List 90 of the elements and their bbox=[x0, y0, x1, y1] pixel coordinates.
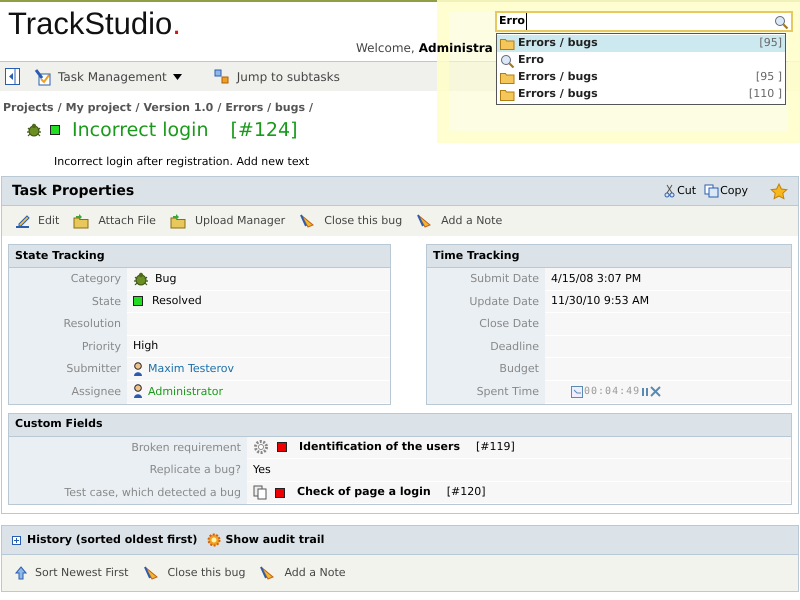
field-value: High bbox=[133, 338, 158, 354]
field-label: Spent Time bbox=[427, 380, 545, 404]
state-square bbox=[50, 124, 60, 134]
state-square bbox=[275, 488, 285, 498]
subtasks-icon bbox=[214, 69, 229, 84]
field-label: Close Date bbox=[427, 313, 545, 336]
welcome-text: Welcome, bbox=[356, 40, 415, 57]
field-label: State bbox=[9, 290, 127, 314]
folder-icon bbox=[500, 88, 515, 100]
panel-title: History (sorted oldest first) bbox=[27, 532, 198, 548]
logo: TrackStudio. bbox=[8, 5, 181, 43]
collapse-panel-icon[interactable] bbox=[5, 68, 20, 85]
breadcrumb-link[interactable]: Projects bbox=[3, 100, 54, 116]
action-button[interactable]: Add a Note bbox=[416, 212, 502, 230]
search-icon bbox=[500, 54, 515, 68]
folder-icon bbox=[170, 213, 187, 229]
search-icon[interactable] bbox=[774, 14, 789, 28]
task-number: [#124] bbox=[230, 118, 298, 142]
breadcrumb-link[interactable]: Version 1.0 bbox=[143, 100, 214, 116]
audit-trail-button[interactable]: Show audit trail bbox=[206, 532, 324, 549]
action-button[interactable]: Edit bbox=[15, 212, 60, 230]
action-button[interactable]: Close this bug bbox=[299, 212, 402, 230]
task-link[interactable]: Identification of the users bbox=[299, 439, 460, 456]
task-title: Incorrect login bbox=[72, 118, 208, 142]
breadcrumb-separator: / bbox=[309, 100, 314, 116]
user-icon bbox=[133, 384, 143, 400]
clock-icon[interactable] bbox=[571, 386, 583, 398]
copy-button[interactable]: Copy bbox=[704, 182, 748, 200]
gear-icon bbox=[206, 532, 222, 548]
field-label: Broken requirement bbox=[9, 436, 247, 460]
breadcrumb-separator: / bbox=[217, 100, 222, 116]
tools-icon bbox=[34, 68, 52, 86]
field-label: Category bbox=[9, 268, 127, 291]
task-management-menu[interactable]: Task Management bbox=[34, 68, 182, 86]
cut-button[interactable]: Cut bbox=[664, 182, 696, 200]
bug-icon bbox=[26, 122, 42, 138]
section-header: Custom Fields bbox=[9, 414, 791, 437]
action-button[interactable]: Close this bug bbox=[142, 565, 246, 582]
task-number: [#120] bbox=[446, 484, 486, 500]
up-arrow-icon bbox=[15, 566, 27, 580]
breadcrumb-link[interactable]: My project bbox=[66, 100, 132, 116]
breadcrumb-separator: / bbox=[58, 100, 62, 116]
action-button[interactable]: Attach File bbox=[73, 212, 156, 230]
folder-icon bbox=[500, 72, 515, 84]
task-link[interactable]: Check of page a login bbox=[297, 484, 431, 501]
breadcrumb-link[interactable]: Errors / bugs bbox=[225, 100, 306, 116]
field-value: Resolved bbox=[152, 293, 202, 310]
pause-icon[interactable] bbox=[641, 387, 650, 396]
task-number: [#119] bbox=[476, 439, 515, 456]
jump-to-subtasks-button[interactable]: Jump to subtasks bbox=[214, 68, 340, 86]
copy-icon bbox=[704, 184, 720, 198]
user-name: Administra bbox=[418, 40, 493, 57]
section-header: State Tracking bbox=[9, 245, 390, 268]
field-label: Priority bbox=[9, 336, 127, 358]
field-label: Submitter bbox=[9, 358, 127, 381]
field-label: Test case, which detected a bug bbox=[9, 482, 247, 504]
field-label: Assignee bbox=[9, 380, 127, 404]
expand-icon[interactable] bbox=[12, 536, 21, 545]
field-value: Bug bbox=[155, 270, 177, 287]
breadcrumb-separator: / bbox=[135, 100, 140, 116]
pages-icon bbox=[253, 485, 267, 500]
task-description: Incorrect login after registration. Add new text bbox=[54, 154, 310, 170]
folder-icon bbox=[73, 213, 90, 229]
caret-icon bbox=[172, 74, 182, 80]
search-field[interactable]: Erro bbox=[495, 11, 793, 32]
action-button[interactable]: Sort Newest First bbox=[15, 565, 128, 582]
field-value: 11/30/10 9:53 AM bbox=[551, 293, 650, 310]
field-label: Budget bbox=[427, 358, 545, 381]
pencil-icon bbox=[15, 214, 30, 228]
field-label: Update Date bbox=[427, 290, 545, 314]
close-icon[interactable] bbox=[650, 386, 662, 398]
scissors-icon bbox=[664, 184, 676, 198]
star-icon[interactable] bbox=[770, 182, 788, 200]
field-label: Replicate a bug? bbox=[9, 459, 247, 482]
action-button[interactable]: Upload Manager bbox=[170, 212, 286, 230]
timer-value: 00:04:49 bbox=[584, 385, 640, 400]
field-label: Deadline bbox=[427, 336, 545, 358]
action-button[interactable]: Add a Note bbox=[259, 565, 346, 582]
bug-icon bbox=[133, 270, 149, 287]
panel-title: Task Properties bbox=[12, 182, 134, 200]
gear-icon bbox=[253, 439, 269, 456]
field-value: 4/15/08 3:07 PM bbox=[551, 270, 642, 287]
folder-icon bbox=[500, 38, 515, 50]
suggestion-item[interactable]: Errors / bugs [95] bbox=[497, 35, 785, 52]
user-icon bbox=[133, 362, 143, 377]
section-header: Time Tracking bbox=[427, 245, 791, 268]
state-square bbox=[277, 442, 287, 452]
field-label: Submit Date bbox=[427, 268, 545, 291]
field-label: Resolution bbox=[9, 313, 127, 336]
field-value: Yes bbox=[253, 462, 271, 478]
